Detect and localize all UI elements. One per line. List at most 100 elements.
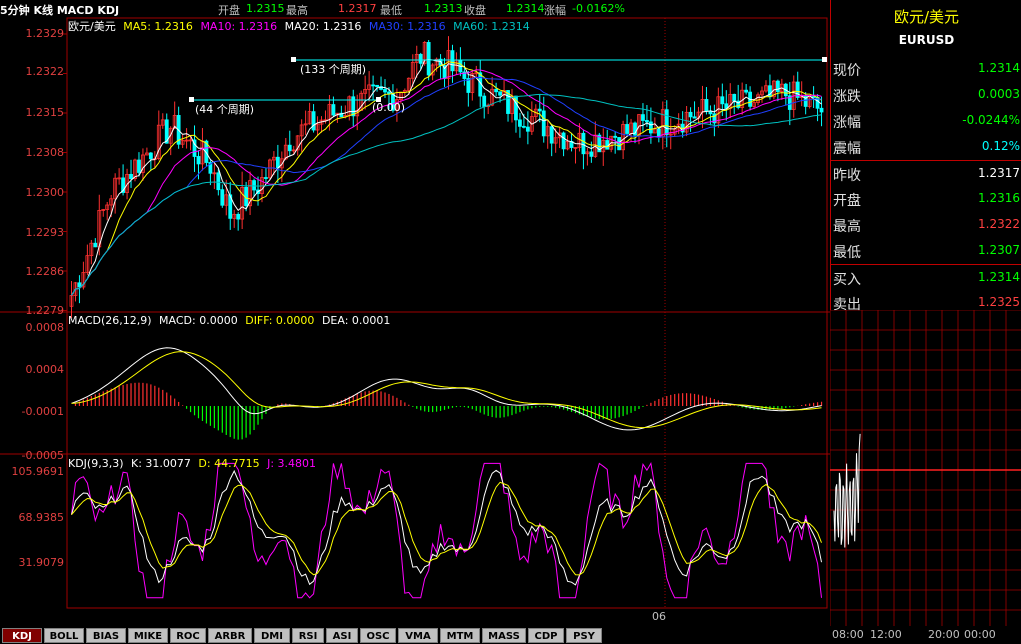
- price-y-label: 1.2315: [25, 106, 65, 119]
- kdj-y-label: 105.9691: [11, 465, 65, 478]
- kdj-y-label: 68.9385: [18, 511, 65, 524]
- ma60-line: [71, 93, 822, 296]
- kdj-y-label: 31.9079: [18, 556, 65, 569]
- macd-y-label: -0.0005: [21, 449, 64, 462]
- info-value: 1.2316: [978, 191, 1020, 205]
- info-label: 现价: [833, 63, 861, 79]
- info-label: 昨收: [833, 168, 861, 184]
- tab-osc[interactable]: OSC: [360, 628, 396, 643]
- info-label: 涨幅: [833, 115, 861, 131]
- info-label: 震幅: [833, 141, 861, 157]
- info-label: 开盘: [833, 193, 861, 209]
- info-value: 1.2322: [978, 217, 1020, 231]
- price-y-label: 1.2322: [25, 65, 65, 78]
- info-row: 买入 1.2314: [831, 264, 1021, 289]
- low-value: 1.2313: [424, 2, 463, 15]
- time-axis: 08:00 12:00 20:00 00:00: [830, 626, 1021, 644]
- tab-cdp[interactable]: CDP: [528, 628, 564, 643]
- info-value: 1.2317: [978, 166, 1020, 180]
- info-label: 最高: [833, 219, 861, 235]
- symbol-label: 欧元/美元: [68, 20, 116, 33]
- macd-value: MACD: 0.0000: [159, 314, 238, 327]
- instrument-code: EURUSD: [898, 33, 955, 47]
- dea-value: DEA: 0.0001: [321, 314, 391, 327]
- info-label: 涨跌: [833, 89, 861, 105]
- info-value: 1.2314: [978, 270, 1020, 284]
- price-y-label: 1.2279: [25, 304, 65, 317]
- candlesticks: [69, 36, 824, 319]
- indicator-tabs: KDJ BOLL BIAS MIKE ROC ARBR DMI RSI ASI OSC VMA MTM…: [0, 626, 830, 644]
- ma30-line: [71, 76, 822, 296]
- info-row: 涨幅 -0.0244%: [831, 108, 1021, 132]
- macd-y-label: 0.0008: [25, 321, 65, 334]
- d-value: D: 44.7715: [198, 457, 260, 470]
- x-axis-label: 06: [652, 610, 666, 623]
- quote-info-panel: 欧元/美元 EURUSD 现价 1.2314 涨跌 0.0003 涨幅 -0.0244% 震…: [830, 0, 1021, 313]
- price-y-label: 1.2300: [25, 186, 65, 199]
- ma20-line: [71, 69, 822, 296]
- macd-name: MACD(26,12,9): [68, 314, 152, 327]
- kdj-name: KDJ(9,3,3): [68, 457, 124, 470]
- k-value: K: 31.0077: [131, 457, 191, 470]
- high-value: 1.2317: [338, 2, 377, 15]
- ma5-line: [71, 58, 822, 296]
- open-value: 1.2315: [246, 2, 285, 15]
- info-value: 1.2325: [978, 295, 1020, 309]
- tab-mtm[interactable]: MTM: [440, 628, 480, 643]
- info-value: 0.0003: [978, 87, 1020, 101]
- price-y-label: 1.2293: [25, 226, 65, 239]
- ma60-label: MA60: 1.2314: [453, 20, 530, 33]
- kdj-legend: KDJ(9,3,3) K: 31.0077 D: 44.7715 J: 3.48…: [68, 457, 320, 470]
- tab-arbr[interactable]: ARBR: [208, 628, 252, 643]
- tab-roc[interactable]: ROC: [170, 628, 206, 643]
- change-value: -0.0162%: [572, 2, 625, 15]
- tab-mass[interactable]: MASS: [482, 628, 526, 643]
- info-row: 昨收 1.2317: [831, 160, 1021, 185]
- time-label: 08:00: [832, 628, 864, 641]
- close-value: 1.2314: [506, 2, 545, 15]
- info-row: 震幅 0.12%: [831, 134, 1021, 158]
- macd-y-label: 0.0004: [25, 363, 65, 376]
- tab-mike[interactable]: MIKE: [128, 628, 168, 643]
- macd-y-label: -0.0001: [21, 405, 64, 418]
- j-value: J: 3.4801: [267, 457, 317, 470]
- price-y-label: 1.2329: [25, 27, 65, 40]
- info-row: 开盘 1.2316: [831, 186, 1021, 210]
- macd-series: [71, 347, 823, 440]
- tab-asi[interactable]: ASI: [326, 628, 358, 643]
- ma20-label: MA20: 1.2316: [284, 20, 362, 33]
- info-value: 1.2314: [978, 61, 1020, 75]
- info-row: 涨跌 0.0003: [831, 82, 1021, 106]
- time-label: 12:00: [870, 628, 902, 641]
- tab-psy[interactable]: PSY: [566, 628, 602, 643]
- price-legend: 欧元/美元 MA5: 1.2316 MA10: 1.2316 MA20: 1.2…: [68, 18, 534, 34]
- annotation-133-periods: (133 个周期): [300, 63, 367, 76]
- info-value: 0.12%: [981, 139, 1020, 153]
- ma30-label: MA30: 1.2316: [368, 20, 446, 33]
- time-label: 00:00: [964, 628, 996, 641]
- ma5-label: MA5: 1.2316: [123, 20, 193, 33]
- tab-rsi[interactable]: RSI: [292, 628, 324, 643]
- info-row: 最高 1.2322: [831, 212, 1021, 236]
- tab-bias[interactable]: BIAS: [86, 628, 126, 643]
- info-value: -0.0244%: [962, 113, 1020, 127]
- kdj-series: [71, 461, 822, 599]
- info-value: 1.2307: [978, 243, 1020, 257]
- tab-kdj[interactable]: KDJ: [2, 628, 42, 643]
- tab-vma[interactable]: VMA: [398, 628, 438, 643]
- info-row: 最低 1.2307: [831, 238, 1021, 262]
- info-label: 最低: [833, 245, 861, 261]
- instrument-name: 欧元/美元: [893, 8, 960, 26]
- moving-average-lines: [71, 58, 822, 296]
- intraday-mini-chart[interactable]: [830, 310, 1021, 626]
- price-y-label: 1.2308: [25, 146, 65, 159]
- annotation-zero: (0.00): [372, 101, 406, 114]
- time-label: 20:00: [928, 628, 960, 641]
- annotation-44-periods: (44 个周期): [195, 103, 255, 116]
- tab-boll[interactable]: BOLL: [44, 628, 84, 643]
- info-row: 现价 1.2314: [831, 56, 1021, 80]
- ma10-label: MA10: 1.2316: [200, 20, 278, 33]
- info-label: 买入: [833, 272, 861, 288]
- tab-dmi[interactable]: DMI: [254, 628, 290, 643]
- macd-legend: MACD(26,12,9) MACD: 0.0000 DIFF: 0.0000 …: [68, 314, 394, 327]
